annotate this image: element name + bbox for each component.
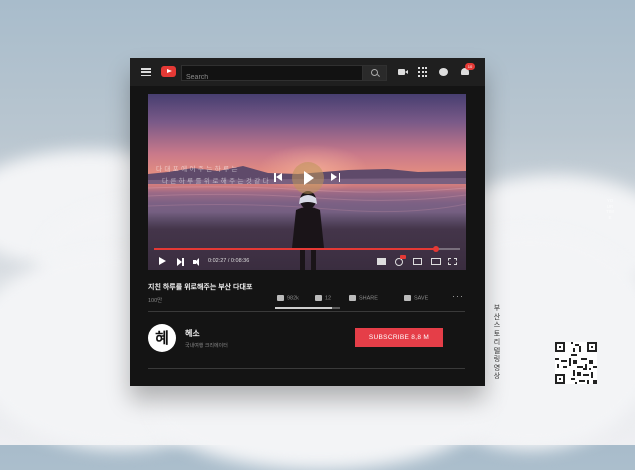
notification-count-badge: 10 <box>465 63 475 70</box>
miniplayer-icon[interactable] <box>413 258 422 265</box>
apps-grid-icon[interactable] <box>418 67 428 77</box>
video-player[interactable]: 다 대 포 에 어 주 는 하 루 는 다 른 하 루 를 위 로 해 주 는 … <box>148 94 466 270</box>
video-caption-line1: 다 대 포 에 어 주 는 하 루 는 <box>156 166 238 173</box>
like-ratio-fill <box>275 307 333 309</box>
like-count: 982k <box>287 295 299 302</box>
more-actions-button[interactable]: ··· <box>452 291 464 301</box>
settings-gear-icon[interactable] <box>395 258 403 266</box>
play-control-icon[interactable] <box>159 257 166 265</box>
subtitles-icon[interactable] <box>377 258 386 265</box>
view-count: 100만 <box>148 298 163 304</box>
search-box <box>181 65 363 85</box>
theater-mode-icon[interactable] <box>431 258 441 265</box>
share-button[interactable]: SHARE <box>349 295 378 301</box>
channel-avatar[interactable]: 혜 <box>148 324 176 352</box>
share-arrow-icon <box>349 295 356 301</box>
like-button[interactable]: 982k <box>277 295 299 301</box>
share-label: SHARE <box>359 295 378 302</box>
next-control-icon[interactable] <box>177 258 184 266</box>
vertical-faint-caption: YOUR TIME <box>606 198 614 220</box>
thumbs-down-icon <box>315 295 322 301</box>
channel-name[interactable]: 헤소 <box>185 328 200 339</box>
top-bar: 10 <box>130 58 485 86</box>
volume-icon[interactable] <box>193 258 202 266</box>
messages-icon[interactable] <box>439 67 449 77</box>
youtube-player-card: 10 다 대 포 에 어 주 는 하 루 는 다 른 하 루 를 위 로 해 주… <box>130 58 485 386</box>
skip-previous-icon[interactable] <box>274 173 283 182</box>
skip-next-icon[interactable] <box>331 173 340 182</box>
save-button[interactable]: SAVE <box>404 295 428 301</box>
search-button[interactable] <box>362 65 387 81</box>
time-display: 0:02:27 / 0:08:36 <box>208 258 250 264</box>
playlist-add-icon <box>404 295 411 301</box>
dislike-count: 12 <box>325 295 332 302</box>
like-ratio-bar <box>275 307 340 309</box>
play-icon[interactable] <box>304 171 314 185</box>
vertical-caption: 부산스토리텔링영상 <box>493 305 501 380</box>
dislike-button[interactable]: 12 <box>315 295 331 301</box>
video-caption-line2: 다 른 하 루 를 위 로 해 주 는 것 같 다 <box>162 178 269 185</box>
hd-badge <box>400 255 406 259</box>
create-video-icon[interactable] <box>398 67 408 77</box>
qr-finder-bottom-left <box>555 374 565 384</box>
player-controls: 0:02:27 / 0:08:36 <box>148 254 466 270</box>
fullscreen-icon[interactable] <box>448 258 457 265</box>
divider <box>148 311 465 312</box>
qr-finder-top-right <box>587 342 597 352</box>
channel-description: 국내여행 크리에이터 <box>185 343 228 349</box>
progress-bar[interactable] <box>154 246 460 252</box>
menu-icon[interactable] <box>141 68 151 77</box>
progress-scrubber[interactable] <box>432 246 439 252</box>
search-input[interactable] <box>182 70 360 85</box>
progress-fill <box>154 248 436 250</box>
thumbs-up-icon <box>277 295 284 301</box>
video-title: 지친 하루를 위로해주는 부산 다대포 <box>148 284 253 291</box>
qr-code[interactable] <box>555 342 597 384</box>
divider <box>148 368 465 369</box>
qr-finder-top-left <box>555 342 565 352</box>
subscribe-button[interactable]: SUBSCRIBE 8,8 M <box>355 328 443 347</box>
save-label: SAVE <box>414 295 429 302</box>
youtube-logo[interactable] <box>161 66 176 77</box>
